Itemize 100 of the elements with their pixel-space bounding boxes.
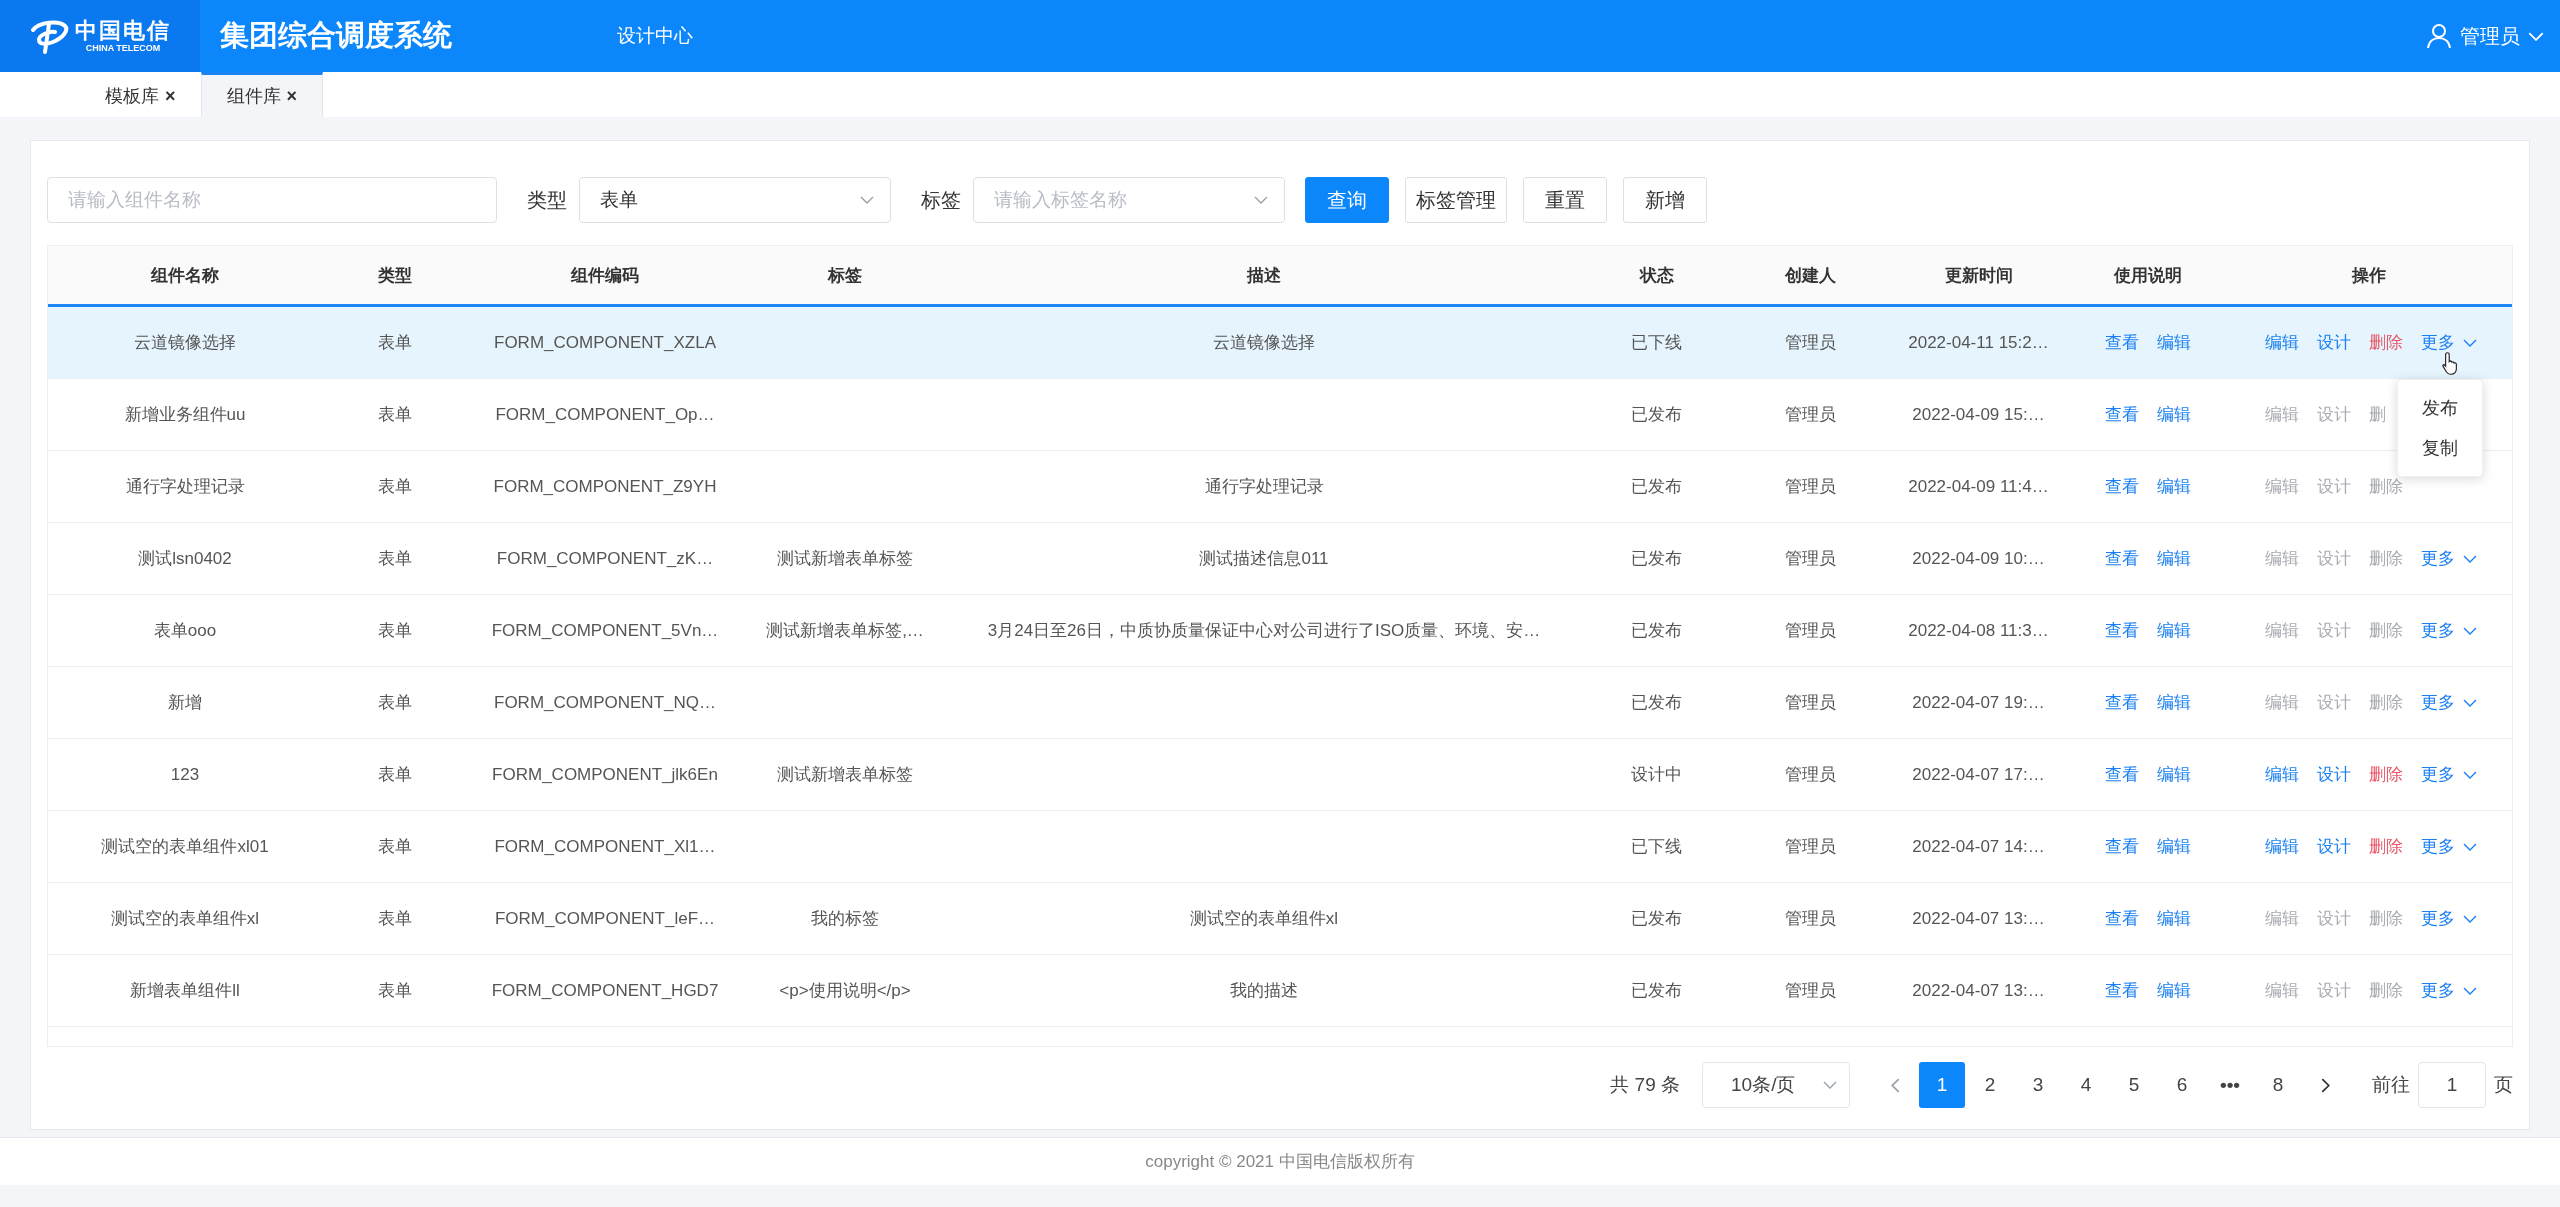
more-link[interactable]: 更多: [2421, 907, 2455, 930]
link[interactable]: 编辑: [2156, 403, 2191, 426]
chevron-down-icon: [1823, 1081, 1837, 1089]
page-suffix: 页: [2494, 1073, 2513, 1097]
link[interactable]: 编辑: [2156, 547, 2191, 570]
nav-link[interactable]: 设计中心: [617, 23, 693, 49]
tab[interactable]: 组件库 ×: [200, 72, 324, 117]
table-cell-text: 表单: [378, 836, 412, 858]
link[interactable]: 设计: [2317, 331, 2351, 354]
link[interactable]: 编辑: [2156, 763, 2191, 786]
table-cell: 2022-04-07 19:…: [1912, 692, 2045, 713]
chevron-right-icon[interactable]: [2320, 1077, 2330, 1093]
page-button[interactable]: 1: [1919, 1062, 1965, 1108]
field-label: 标签: [921, 187, 961, 213]
link[interactable]: 编辑: [2265, 835, 2299, 858]
column-header: 操作: [2350, 264, 2387, 287]
link[interactable]: 删除: [2369, 331, 2403, 354]
link[interactable]: 编辑: [2156, 979, 2191, 1002]
link[interactable]: 编辑: [2265, 331, 2299, 354]
table-cell-text: 设计中: [1631, 764, 1682, 786]
page-button[interactable]: 3: [2015, 1062, 2061, 1108]
page-button[interactable]: 5: [2111, 1062, 2157, 1108]
link[interactable]: 查看: [2104, 907, 2139, 930]
name-field[interactable]: 请输入组件名称: [47, 177, 497, 223]
link[interactable]: 编辑: [2156, 835, 2191, 858]
table-cell-text: 测试描述信息011: [1199, 548, 1329, 570]
page-button[interactable]: 6: [2159, 1062, 2205, 1108]
table-cell-text: 管理员: [1784, 692, 1836, 714]
chevron-down-icon: [2463, 842, 2477, 851]
user-name[interactable]: 管理员: [2460, 22, 2520, 50]
app-title: 集团综合调度系统: [220, 18, 452, 53]
link[interactable]: 编辑: [2156, 331, 2191, 354]
link[interactable]: 查看: [2104, 475, 2139, 498]
table-cell-text: 管理员: [1784, 908, 1836, 930]
page-input[interactable]: 1: [2418, 1062, 2486, 1108]
page-size-select[interactable]: 10条/页: [1702, 1062, 1850, 1108]
link[interactable]: 编辑: [2156, 475, 2191, 498]
table-cell-text: 新增业务组件uu: [124, 404, 246, 426]
table-cell-text: 表单: [378, 620, 412, 642]
table-cell-text: 已发布: [1631, 620, 1682, 642]
link[interactable]: 查看: [2104, 979, 2139, 1002]
query-button[interactable]: 查询: [1305, 177, 1389, 223]
table-cell-text: 3月24日至26日，中质协质量保证中心对公司进行了ISO质量、环境、安…: [987, 620, 1541, 642]
column-header: 标签: [826, 264, 863, 287]
table-cell-text: 已发布: [1631, 476, 1682, 498]
table-cell-text: <p>使用说明</p>: [779, 980, 911, 1002]
link[interactable]: 查看: [2104, 331, 2139, 354]
link[interactable]: 查看: [2104, 691, 2139, 714]
action-button[interactable]: 标签管理: [1405, 177, 1507, 223]
table-cell-text: 表单: [378, 908, 412, 930]
action-button[interactable]: 重置: [1523, 177, 1607, 223]
close-icon[interactable]: ×: [165, 85, 176, 107]
link[interactable]: 查看: [2104, 619, 2139, 642]
table-cell: 2022-04-09 11:4…: [1908, 476, 2049, 497]
link[interactable]: 设计: [2317, 763, 2351, 786]
logo-name: 中国电信: [75, 18, 171, 43]
user-icon[interactable]: [2426, 23, 2452, 49]
more-link[interactable]: 更多: [2421, 619, 2455, 642]
link[interactable]: 查看: [2104, 547, 2139, 570]
column-header: 状态: [1638, 264, 1675, 287]
link[interactable]: 设计: [2317, 835, 2351, 858]
link[interactable]: 编辑: [2156, 691, 2191, 714]
table-cell-text: 管理员: [1784, 764, 1836, 786]
table-cell-text: 测试新增表单标签: [777, 548, 913, 570]
more-link[interactable]: 更多: [2421, 835, 2455, 858]
more-link[interactable]: 更多: [2421, 691, 2455, 714]
menu-item[interactable]: 发布: [2398, 388, 2482, 428]
table-cell: FORM_COMPONENT_HGD7: [491, 980, 719, 1001]
table-cell-text: 我的标签: [811, 908, 879, 930]
table-cell-text: 已下线: [1631, 332, 1682, 354]
link[interactable]: 查看: [2104, 403, 2139, 426]
page-button[interactable]: 2: [1967, 1062, 2013, 1108]
chevron-down-icon: [860, 196, 874, 204]
more-link[interactable]: 更多: [2421, 547, 2455, 570]
jump-label: 前往: [2372, 1073, 2410, 1097]
type-select[interactable]: 表单: [579, 177, 891, 223]
link[interactable]: 删除: [2369, 835, 2403, 858]
chevron-down-icon: [2463, 770, 2477, 779]
action-button[interactable]: 新增: [1623, 177, 1707, 223]
link[interactable]: 删除: [2369, 763, 2403, 786]
chevron-down-icon: [1254, 196, 1268, 204]
link[interactable]: 查看: [2104, 763, 2139, 786]
link[interactable]: 编辑: [2156, 907, 2191, 930]
table-cell-text: 表单: [378, 764, 412, 786]
more-link[interactable]: 更多: [2421, 979, 2455, 1002]
more-link[interactable]: 更多: [2421, 331, 2455, 354]
table-cell: FORM_COMPONENT_5Vn…: [491, 620, 719, 641]
chevron-down-icon: [2463, 698, 2477, 707]
chevron-down-icon[interactable]: [2528, 31, 2544, 41]
close-icon[interactable]: ×: [286, 85, 298, 107]
link[interactable]: 编辑: [2265, 763, 2299, 786]
page-button[interactable]: 8: [2255, 1062, 2301, 1108]
table-cell-text: 测试lsn0402: [138, 548, 232, 570]
more-link[interactable]: 更多: [2421, 763, 2455, 786]
page-button[interactable]: 4: [2063, 1062, 2109, 1108]
table-cell-text: 已发布: [1631, 980, 1682, 1002]
link[interactable]: 查看: [2104, 835, 2139, 858]
total-count: 共 79 条: [1610, 1073, 1680, 1097]
link[interactable]: 编辑: [2156, 619, 2191, 642]
page-ellipsis[interactable]: •••: [2207, 1062, 2253, 1108]
